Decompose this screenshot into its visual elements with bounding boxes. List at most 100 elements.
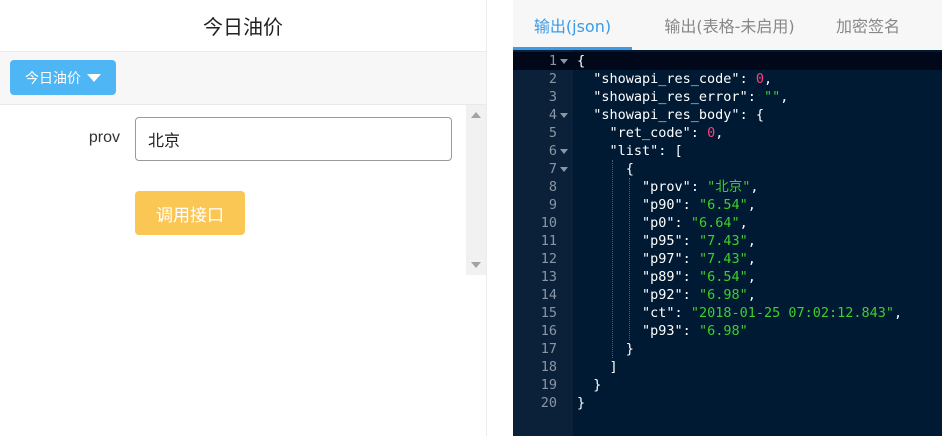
line-number: 7 — [548, 161, 557, 177]
code-line: 20} — [513, 394, 942, 412]
line-number: 20 — [540, 395, 557, 411]
json-key: "p0" — [642, 215, 675, 231]
json-punctuation: , — [894, 305, 903, 321]
line-number: 1 — [548, 53, 557, 69]
line-number: 13 — [540, 269, 557, 285]
json-punctuation: , — [780, 89, 789, 105]
code-text: "p89": "6.54", — [577, 268, 756, 286]
panel-gap — [487, 0, 513, 436]
line-number: 4 — [548, 107, 557, 123]
json-string-value: "7.43" — [698, 251, 748, 267]
json-punctuation: : — [682, 287, 699, 303]
line-number: 16 — [540, 323, 557, 339]
code-text: "ret_code": 0, — [577, 124, 724, 142]
json-key: "p97" — [642, 251, 683, 267]
json-bracket: } — [593, 377, 602, 393]
fold-arrow-icon[interactable] — [560, 149, 568, 154]
code-text: "ct": "2018-01-25 07:02:12.843", — [577, 304, 902, 322]
json-punctuation: : — [682, 251, 699, 267]
tab-encrypt-sign[interactable]: 加密签名 — [813, 0, 923, 50]
json-bracket: } — [625, 341, 634, 357]
response-panel: 输出(json) 输出(表格-未启用) 加密签名 1{2 "showapi_re… — [513, 0, 942, 436]
scroll-up-icon[interactable] — [471, 112, 481, 118]
code-text: "p97": "7.43", — [577, 250, 756, 268]
json-punctuation: : { — [739, 107, 764, 123]
code-line: 15 "ct": "2018-01-25 07:02:12.843", — [513, 304, 942, 322]
code-text: "p95": "7.43", — [577, 232, 756, 250]
json-string-value: "7.43" — [698, 233, 748, 249]
code-line: 7 { — [513, 160, 942, 178]
code-line: 16 "p93": "6.98" — [513, 322, 942, 340]
json-punctuation: , — [747, 233, 756, 249]
json-punctuation: , — [747, 251, 756, 267]
code-line: 1{ — [513, 52, 942, 70]
code-text: "showapi_res_code": 0, — [577, 70, 772, 88]
code-line: 11 "p95": "7.43", — [513, 232, 942, 250]
json-punctuation: : — [674, 305, 691, 321]
call-api-button[interactable]: 调用接口 — [135, 191, 245, 235]
json-key: "p93" — [642, 323, 683, 339]
json-string-value: "6.64" — [690, 215, 740, 231]
code-text: } — [577, 340, 634, 358]
json-editor[interactable]: 1{2 "showapi_res_code": 0, 3 "showapi_res… — [513, 50, 942, 436]
json-punctuation: : — [690, 125, 708, 141]
json-punctuation: : — [682, 323, 699, 339]
json-punctuation: , — [747, 287, 756, 303]
json-punctuation: , — [750, 179, 759, 195]
json-bracket: } — [577, 395, 586, 411]
code-line: 12 "p97": "7.43", — [513, 250, 942, 268]
api-select-label: 今日油价 — [25, 70, 81, 87]
json-string-value: "" — [763, 89, 781, 105]
code-text: "p92": "6.98", — [577, 286, 756, 304]
json-string-value: "6.54" — [698, 269, 748, 285]
json-key: "p92" — [642, 287, 683, 303]
json-string-value: "6.98" — [698, 287, 748, 303]
tab-output-table[interactable]: 输出(表格-未启用) — [632, 0, 827, 50]
prov-label: prov — [88, 129, 120, 146]
code-line: 8 "prov": "北京", — [513, 178, 942, 196]
code-line: 4 "showapi_res_body": { — [513, 106, 942, 124]
fold-arrow-icon[interactable] — [560, 113, 568, 118]
code-line: 10 "p0": "6.64", — [513, 214, 942, 232]
line-number: 14 — [540, 287, 557, 303]
json-key: "prov" — [642, 179, 691, 195]
fold-arrow-icon[interactable] — [560, 59, 568, 64]
line-number: 18 — [540, 359, 557, 375]
json-punctuation: : — [747, 89, 764, 105]
caret-down-icon — [87, 73, 101, 82]
line-number: 19 — [540, 377, 557, 393]
json-key: "p95" — [642, 233, 683, 249]
json-punctuation: : — [739, 71, 756, 87]
json-punctuation: : — [682, 233, 699, 249]
json-punctuation: : — [690, 179, 708, 195]
line-number: 3 — [548, 89, 557, 105]
code-text: "prov": "北京", — [577, 178, 758, 196]
line-number: 15 — [540, 305, 557, 321]
code-line: 19 } — [513, 376, 942, 394]
prov-input[interactable] — [135, 117, 452, 161]
code-text: { — [577, 160, 634, 178]
line-number: 6 — [548, 143, 557, 159]
line-number: 5 — [548, 125, 557, 141]
code-text: "list": [ — [577, 142, 683, 160]
fold-arrow-icon[interactable] — [560, 167, 568, 172]
line-number: 10 — [540, 215, 557, 231]
api-toolbar: 今日油价 — [0, 52, 486, 105]
line-number: 8 — [548, 179, 557, 195]
json-punctuation: , — [747, 269, 756, 285]
json-string-value: "6.54" — [698, 197, 748, 213]
json-bracket: ] — [609, 359, 618, 375]
param-form: prov 调用接口 — [0, 105, 466, 275]
line-number: 12 — [540, 251, 557, 267]
tab-output-json[interactable]: 输出(json) — [513, 0, 632, 50]
json-punctuation: : — [674, 215, 691, 231]
code-text: } — [577, 376, 601, 394]
form-scrollbar[interactable] — [466, 105, 486, 275]
json-string-value: "6.98" — [698, 323, 748, 339]
output-tabs: 输出(json) 输出(表格-未启用) 加密签名 — [513, 0, 942, 50]
json-punctuation: , — [747, 197, 756, 213]
request-panel: 今日油价 今日油价 prov 调用接口 — [0, 0, 486, 436]
scroll-down-icon[interactable] — [471, 262, 481, 268]
api-select-dropdown[interactable]: 今日油价 — [10, 60, 116, 95]
code-text: { — [577, 52, 585, 70]
